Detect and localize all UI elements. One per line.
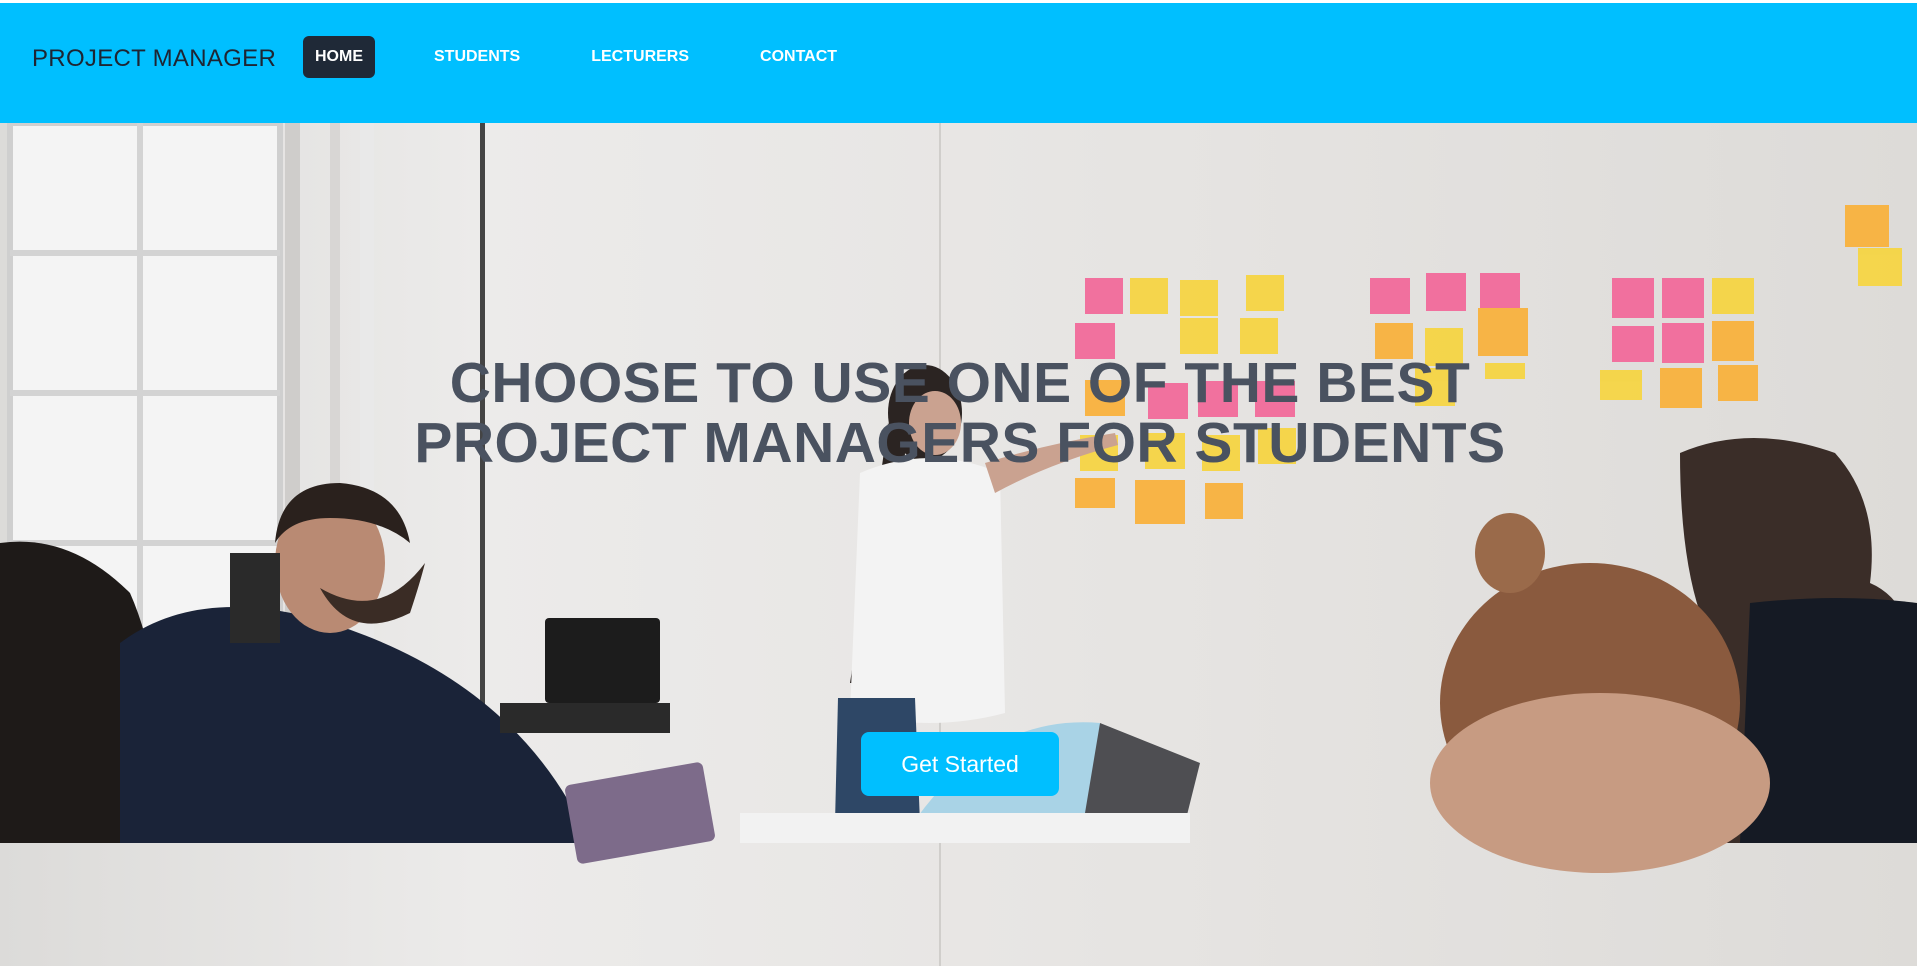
nav-link-contact[interactable]: CONTACT [748, 36, 849, 78]
page: PROJECT MANAGER HOME STUDENTS LECTURERS … [0, 0, 1917, 969]
nav-link-students[interactable]: STUDENTS [422, 36, 532, 78]
get-started-button[interactable]: Get Started [861, 732, 1059, 796]
brand-logo[interactable]: PROJECT MANAGER [32, 45, 276, 73]
navbar: PROJECT MANAGER HOME STUDENTS LECTURERS … [0, 3, 1917, 123]
hero-section: CHOOSE TO USE ONE OF THE BEST PROJECT MA… [0, 123, 1917, 969]
main-nav: HOME STUDENTS LECTURERS CONTACT [303, 36, 896, 78]
hero-background-image [0, 123, 1917, 969]
nav-link-lecturers[interactable]: LECTURERS [579, 36, 701, 78]
hero-title: CHOOSE TO USE ONE OF THE BEST PROJECT MA… [414, 351, 1506, 475]
nav-link-home[interactable]: HOME [303, 36, 375, 78]
